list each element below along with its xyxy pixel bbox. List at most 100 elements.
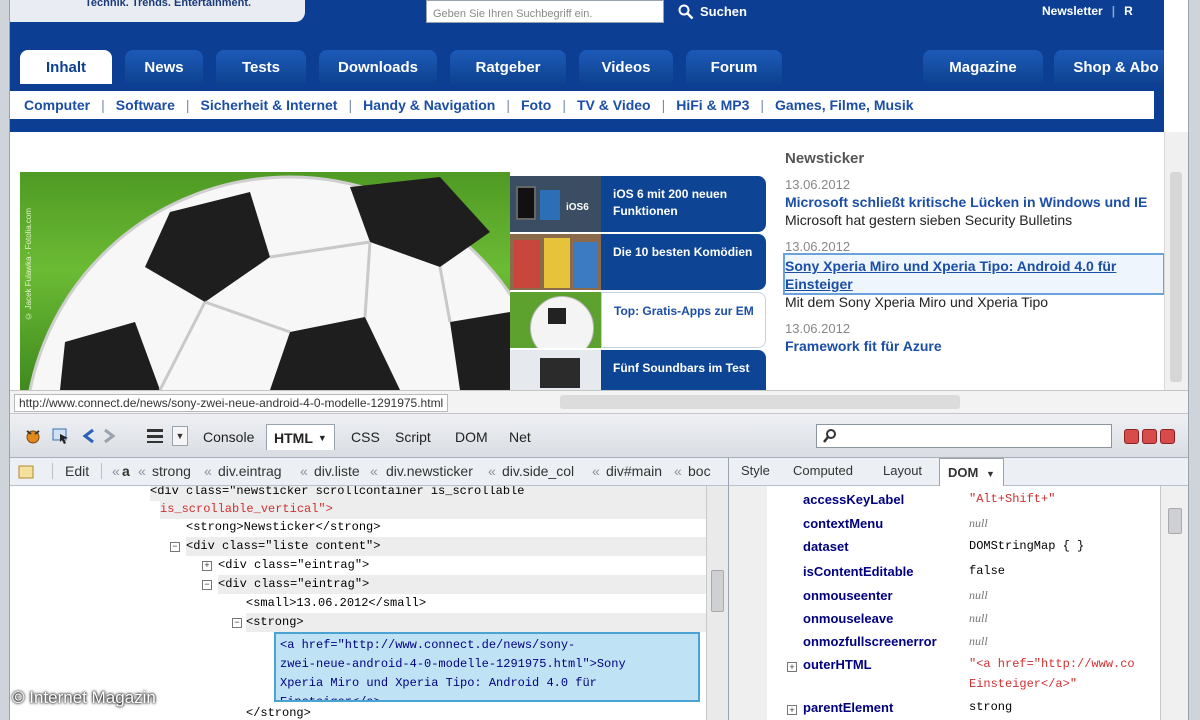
html-panel-scrollbar[interactable]: [706, 486, 728, 720]
search-button[interactable]: Suchen: [670, 0, 765, 23]
side-tab-computed[interactable]: Computed: [793, 463, 853, 478]
firebug-bug-icon[interactable]: [22, 426, 44, 446]
expand-toggle[interactable]: +: [787, 662, 797, 672]
teaser-gratis-apps[interactable]: Top: Gratis-Apps zur EM: [510, 292, 766, 348]
layout-view-icon[interactable]: [144, 426, 166, 446]
teaser-title: Top: Gratis-Apps zur EM: [601, 292, 766, 348]
breadcrumb-div-liste[interactable]: div.liste: [314, 463, 360, 479]
news-headline-link[interactable]: Framework fit für Azure: [785, 337, 1163, 355]
tab-magazine[interactable]: Magazine: [923, 50, 1043, 84]
html-node-line[interactable]: is_scrollable_vertical">: [160, 500, 706, 519]
subnav-computer[interactable]: Computer: [24, 97, 90, 113]
html-node-line[interactable]: <div class="eintrag">: [218, 575, 706, 594]
fb-tab-css[interactable]: CSS: [344, 424, 387, 450]
page-scrollbar[interactable]: [1164, 132, 1188, 390]
tab-ratgeber[interactable]: Ratgeber: [450, 50, 566, 84]
breadcrumb-strong[interactable]: strong: [152, 463, 191, 479]
expand-toggle[interactable]: +: [787, 705, 797, 715]
tab-news[interactable]: News: [125, 50, 203, 84]
tab-tests[interactable]: Tests: [216, 50, 306, 84]
top-link-truncated[interactable]: R: [1124, 4, 1133, 18]
html-node-line[interactable]: <small>13.06.2012</small>: [246, 594, 426, 613]
teaser-title: Fünf Soundbars im Test: [601, 350, 766, 390]
teaser-soundbars[interactable]: Fünf Soundbars im Test: [510, 350, 766, 390]
html-node-line[interactable]: <div class="eintrag">: [218, 556, 369, 575]
subnav-tv-video[interactable]: TV & Video: [577, 97, 651, 113]
teaser-ios6[interactable]: iOS6 iOS 6 mit 200 neuen Funktionen: [510, 176, 766, 232]
tab-forum[interactable]: Forum: [686, 50, 782, 84]
subnav-separator: |: [506, 97, 510, 113]
dom-property-key: contextMenu: [803, 516, 884, 531]
news-headline-link[interactable]: Microsoft schließt kritische Lücken in W…: [785, 193, 1163, 211]
fb-tab-net[interactable]: Net: [502, 424, 538, 450]
breadcrumb-div-eintrag[interactable]: div.eintrag: [218, 463, 282, 479]
firebug-search-input[interactable]: [816, 424, 1112, 448]
collapse-toggle[interactable]: −: [202, 580, 212, 590]
newsletter-link[interactable]: Newsletter: [1042, 4, 1103, 18]
edit-button[interactable]: Edit: [52, 463, 103, 479]
html-node-line[interactable]: <div class="newsticker scrollcontainer i…: [150, 486, 706, 501]
reload-icon[interactable]: [18, 465, 34, 482]
soccer-ball-image: [28, 175, 510, 390]
breadcrumb-separator: «: [112, 463, 120, 479]
side-tab-style[interactable]: Style: [741, 463, 770, 478]
top-link-separator: |: [1111, 4, 1116, 18]
html-node-line[interactable]: <strong>Newsticker</strong>: [186, 518, 380, 537]
news-teaser-text: Mit dem Sony Xperia Miro und Xperia Tipo: [785, 294, 1049, 310]
window-border-right: [1188, 0, 1200, 720]
scrollbar-thumb[interactable]: [1170, 172, 1182, 382]
subnav-handy-navigation[interactable]: Handy & Navigation: [363, 97, 495, 113]
fb-tab-dom[interactable]: DOM: [448, 424, 495, 450]
teaser-thumbnail: iOS6: [510, 176, 602, 232]
breadcrumb-div-newsticker[interactable]: div.newsticker: [386, 463, 473, 479]
news-headline-link-selected[interactable]: Sony Xperia Miro und Xperia Tipo: Androi…: [783, 253, 1164, 295]
close-icon[interactable]: [1160, 429, 1175, 444]
search-input[interactable]: Geben Sie Ihren Suchbegriff ein.: [426, 0, 664, 23]
teaser-komoedien[interactable]: Die 10 besten Komödien: [510, 234, 766, 290]
detach-icon[interactable]: [1142, 429, 1157, 444]
fb-tab-console[interactable]: Console: [196, 424, 261, 450]
breadcrumb-a[interactable]: a: [122, 463, 130, 479]
fb-tab-html[interactable]: HTML ▼: [266, 424, 335, 450]
selected-html-node[interactable]: <a href="http://www.connect.de/news/sony…: [274, 632, 700, 702]
scrollbar-thumb[interactable]: [1168, 508, 1182, 534]
dom-panel-scrollbar[interactable]: [1160, 486, 1188, 720]
navigation-arrows-icon[interactable]: [80, 426, 126, 446]
dom-property-key: onmozfullscreenerror: [803, 634, 937, 649]
collapse-toggle[interactable]: −: [232, 618, 242, 628]
site-logo-tagline[interactable]: Technik. Trends. Entertainment.: [10, 0, 305, 22]
panel-menu-dropdown[interactable]: ▼: [172, 426, 188, 446]
tab-inhalt[interactable]: Inhalt: [20, 50, 112, 84]
breadcrumb-body[interactable]: boc: [688, 463, 711, 479]
search-button-label: Suchen: [700, 4, 747, 19]
html-node-line[interactable]: <strong>: [246, 613, 706, 632]
side-tab-layout[interactable]: Layout: [883, 463, 922, 478]
subnav-sicherheit-internet[interactable]: Sicherheit & Internet: [201, 97, 338, 113]
expand-toggle[interactable]: +: [202, 561, 212, 571]
chevron-down-icon: ▼: [175, 431, 185, 441]
breadcrumb-separator: «: [370, 463, 378, 479]
html-node-line[interactable]: </strong>: [246, 704, 311, 720]
minimize-icon[interactable]: [1124, 429, 1139, 444]
side-tab-dom[interactable]: DOM ▼: [939, 458, 1004, 486]
tab-shop-abo[interactable]: Shop & Abo: [1054, 50, 1164, 84]
subnav-foto[interactable]: Foto: [521, 97, 551, 113]
horizontal-scrollbar-thumb[interactable]: [560, 395, 960, 409]
fb-tab-script[interactable]: Script: [388, 424, 438, 450]
scrollbar-thumb[interactable]: [711, 570, 724, 612]
hero-image[interactable]: © Jacek Fulawka - Fotolia.com: [20, 172, 510, 390]
breadcrumb-separator: «: [488, 463, 496, 479]
html-node-line[interactable]: <div class="liste content">: [186, 537, 706, 556]
breadcrumb-div-side-col[interactable]: div.side_col: [502, 463, 574, 479]
subnav-software[interactable]: Software: [116, 97, 175, 113]
subnav-separator: |: [760, 97, 765, 113]
tab-downloads[interactable]: Downloads: [319, 50, 437, 84]
search-icon: [678, 4, 694, 19]
inspect-element-icon[interactable]: [50, 426, 72, 446]
subnav-games-filme-musik[interactable]: Games, Filme, Musik: [775, 97, 914, 113]
tab-videos[interactable]: Videos: [579, 50, 673, 84]
breadcrumb-div-main[interactable]: div#main: [606, 463, 662, 479]
dom-property-value: Einsteiger</a>": [969, 677, 1078, 691]
subnav-hifi-mp3[interactable]: HiFi & MP3: [676, 97, 749, 113]
collapse-toggle[interactable]: −: [170, 542, 180, 552]
